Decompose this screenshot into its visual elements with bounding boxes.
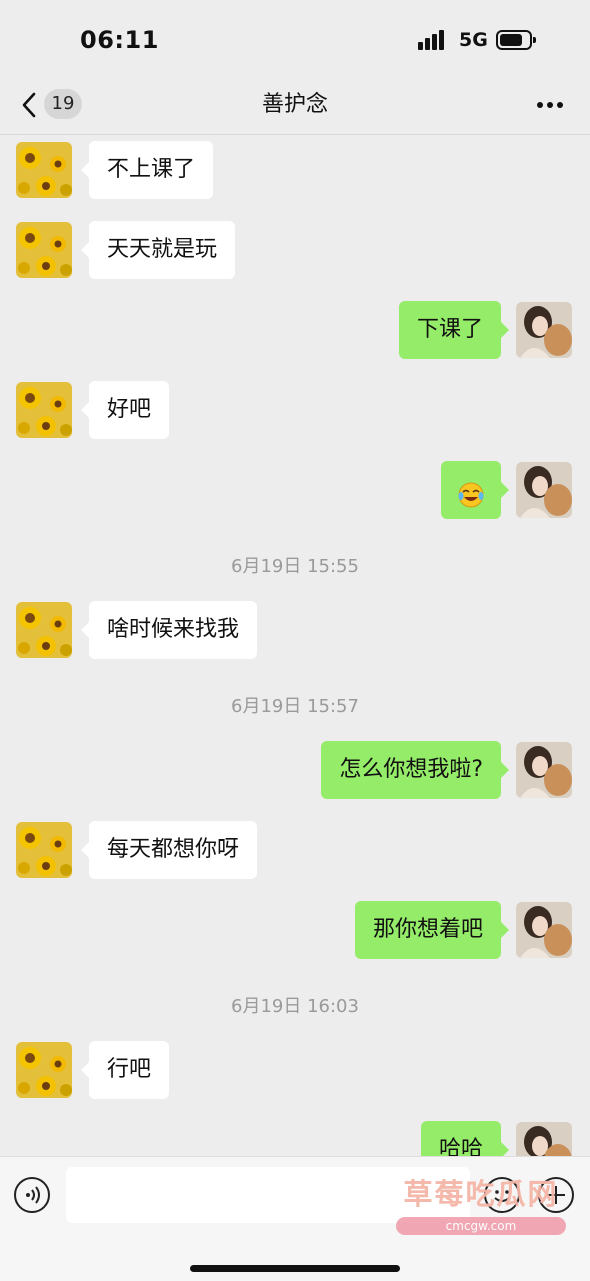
contact-avatar[interactable] bbox=[16, 382, 72, 438]
chat-header: 19 善护念 bbox=[0, 80, 590, 135]
message-list[interactable]: 不上课了 天天就是玩 下课了 好吧 6月19日 15:55 啥时候来找我 6月1… bbox=[0, 134, 590, 1156]
signal-icon bbox=[418, 30, 450, 50]
message-bubble[interactable] bbox=[441, 461, 509, 519]
status-time: 06:11 bbox=[80, 26, 159, 54]
contact-avatar[interactable] bbox=[16, 602, 72, 658]
message-row-sent: 哈哈 bbox=[0, 1114, 590, 1156]
more-options-icon[interactable] bbox=[534, 92, 566, 118]
message-row-received: 好吧 bbox=[0, 374, 590, 439]
battery-icon bbox=[496, 30, 536, 50]
message-row-sent: 下课了 bbox=[0, 294, 590, 359]
input-bar: 草莓吃瓜网 cmcgw.com bbox=[0, 1156, 590, 1281]
message-timestamp: 6月19日 15:55 bbox=[231, 556, 359, 577]
message-bubble[interactable]: 怎么你想我啦? bbox=[321, 741, 509, 799]
contact-avatar[interactable] bbox=[16, 222, 72, 278]
voice-input-button[interactable] bbox=[14, 1177, 50, 1213]
message-row-received: 行吧 bbox=[0, 1034, 590, 1099]
message-row-received: 不上课了 bbox=[0, 134, 590, 199]
watermark-url: cmcgw.com bbox=[396, 1217, 566, 1235]
message-bubble[interactable]: 天天就是玩 bbox=[80, 221, 236, 279]
my-avatar[interactable] bbox=[516, 302, 572, 358]
message-row-received: 天天就是玩 bbox=[0, 214, 590, 279]
my-avatar[interactable] bbox=[516, 462, 572, 518]
message-bubble[interactable]: 啥时候来找我 bbox=[80, 601, 258, 659]
status-bar: 06:11 5G bbox=[0, 0, 590, 80]
message-row-received: 啥时候来找我 bbox=[0, 594, 590, 659]
message-bubble[interactable]: 好吧 bbox=[80, 381, 170, 439]
message-bubble[interactable]: 行吧 bbox=[80, 1041, 170, 1099]
message-bubble[interactable]: 那你想着吧 bbox=[354, 901, 510, 959]
contact-avatar[interactable] bbox=[16, 1042, 72, 1098]
contact-avatar[interactable] bbox=[16, 142, 72, 198]
watermark: 草莓吃瓜网 cmcgw.com bbox=[376, 1171, 586, 1251]
message-bubble[interactable]: 不上课了 bbox=[80, 141, 214, 199]
message-bubble[interactable]: 哈哈 bbox=[420, 1121, 510, 1156]
message-row-sent: 怎么你想我啦? bbox=[0, 734, 590, 799]
chat-title: 善护念 bbox=[261, 92, 328, 117]
home-indicator[interactable] bbox=[190, 1265, 400, 1272]
my-avatar[interactable] bbox=[516, 1122, 572, 1156]
message-timestamp: 6月19日 16:03 bbox=[231, 996, 359, 1017]
contact-avatar[interactable] bbox=[16, 822, 72, 878]
message-bubble[interactable]: 每天都想你呀 bbox=[80, 821, 258, 879]
my-avatar[interactable] bbox=[516, 742, 572, 798]
message-bubble[interactable]: 下课了 bbox=[398, 301, 510, 359]
message-row-sent bbox=[0, 454, 590, 519]
message-timestamp: 6月19日 15:57 bbox=[231, 696, 359, 717]
watermark-text: 草莓吃瓜网 bbox=[403, 1177, 559, 1211]
tears-of-joy-emoji-icon bbox=[457, 474, 485, 508]
my-avatar[interactable] bbox=[516, 902, 572, 958]
message-row-received: 每天都想你呀 bbox=[0, 814, 590, 879]
voice-wave-icon bbox=[26, 1186, 40, 1204]
message-row-sent: 那你想着吧 bbox=[0, 894, 590, 959]
network-type: 5G bbox=[459, 29, 488, 51]
